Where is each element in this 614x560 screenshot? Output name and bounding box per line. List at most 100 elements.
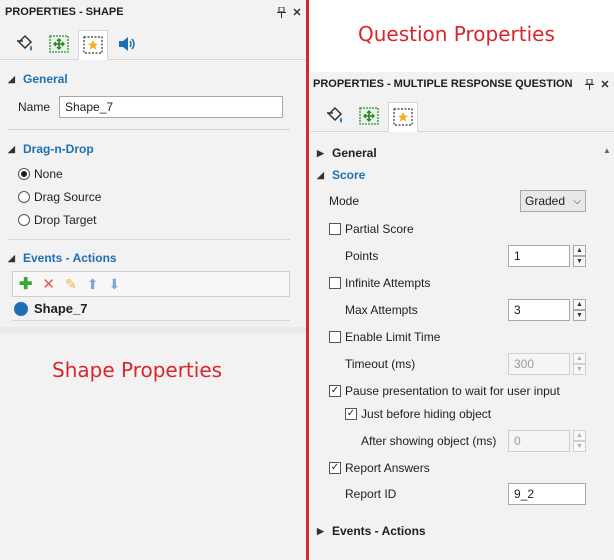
move-icon: [359, 107, 379, 125]
panel-footer: [0, 327, 306, 333]
tab-fill[interactable]: [10, 29, 40, 59]
name-row: Name Shape_7: [8, 95, 306, 119]
close-icon[interactable]: ✕: [290, 5, 304, 19]
max-attempts-field[interactable]: 3: [508, 298, 570, 321]
report-answers-checkbox[interactable]: ✓: [329, 462, 341, 474]
max-attempts-spinner[interactable]: ▲ ▼: [573, 298, 586, 321]
timeout-row: Timeout (ms) 300 ▲ ▼: [329, 350, 586, 377]
before-hiding-checkbox[interactable]: ✓: [345, 408, 357, 420]
q-events-header[interactable]: ▶ Events - Actions: [317, 520, 586, 542]
star-frame-icon: [83, 36, 103, 54]
report-id-value: 9_2: [514, 487, 535, 501]
general-header[interactable]: ◢ General: [8, 68, 306, 90]
report-id-field[interactable]: 9_2: [508, 483, 586, 505]
scroll-up-icon[interactable]: ▲: [600, 146, 614, 155]
events-header-label: Events - Actions: [23, 251, 117, 265]
tab-interactions[interactable]: [388, 102, 418, 132]
before-hiding-row[interactable]: ✓ Just before hiding object: [329, 404, 586, 424]
paint-bucket-icon: [327, 106, 343, 123]
dragdrop-header[interactable]: ◢ Drag-n-Drop: [8, 138, 306, 160]
question-panel-content: ▶ General ◢ Score Mode Graded ⌵ Partial …: [310, 142, 614, 542]
pause-checkbox[interactable]: ✓: [329, 384, 341, 397]
add-icon[interactable]: ✚: [19, 274, 32, 294]
score-header[interactable]: ◢ Score: [317, 164, 586, 186]
spin-up-icon: ▲: [573, 430, 586, 441]
q-general-header[interactable]: ▶ General: [317, 142, 586, 164]
enable-limit-row[interactable]: Enable Limit Time: [329, 323, 586, 350]
spin-down-icon: ▼: [573, 441, 586, 452]
points-spinner[interactable]: ▲ ▼: [573, 244, 586, 267]
events-header[interactable]: ◢ Events - Actions: [8, 247, 306, 269]
points-label: Points: [345, 248, 379, 263]
pause-row[interactable]: ✓ Pause presentation to wait for user in…: [329, 377, 586, 404]
report-answers-label: Report Answers: [345, 461, 430, 475]
timeout-label: Timeout (ms): [345, 356, 416, 371]
move-icon: [49, 35, 69, 53]
question-panel-titlebar: PROPERTIES - MULTIPLE RESPONSE QUESTION …: [310, 72, 614, 96]
tab-position[interactable]: [354, 101, 384, 131]
event-item[interactable]: Shape_7: [12, 297, 290, 321]
chevron-down-icon: ⌵: [573, 195, 581, 207]
edit-icon[interactable]: ✎: [65, 276, 77, 293]
radio-label: Drag Source: [34, 189, 102, 204]
partial-score-row[interactable]: Partial Score: [329, 216, 586, 242]
report-answers-row[interactable]: ✓ Report Answers: [329, 458, 586, 478]
paint-bucket-icon: [17, 34, 33, 51]
points-row: Points 1 ▲ ▼: [329, 242, 586, 269]
name-field-value: Shape_7: [65, 100, 114, 114]
shape-panel-titlebar: PROPERTIES - SHAPE ✕: [0, 0, 306, 24]
spin-down-icon: ▼: [573, 255, 586, 267]
shape-properties-panel: PROPERTIES - SHAPE ✕ ◢ General Name Shap…: [0, 0, 306, 560]
star-frame-icon: [393, 108, 413, 126]
radio-button: [18, 190, 30, 203]
q-general-header-label: General: [332, 146, 377, 160]
tab-audio[interactable]: [112, 29, 142, 59]
question-properties-panel: PROPERTIES - MULTIPLE RESPONSE QUESTION …: [310, 72, 614, 560]
infinite-attempts-row[interactable]: Infinite Attempts: [329, 269, 586, 296]
question-properties-annotation: Question Properties: [358, 22, 555, 46]
tab-interactions[interactable]: [78, 30, 108, 60]
name-label: Name: [18, 100, 51, 114]
after-showing-field: 0: [508, 430, 570, 452]
spin-up-icon: ▲: [573, 298, 586, 310]
spin-up-icon: ▲: [573, 244, 586, 256]
radio-label: None: [34, 166, 63, 181]
close-icon[interactable]: ✕: [598, 77, 612, 91]
mode-select[interactable]: Graded ⌵: [520, 190, 586, 212]
section-divider: [8, 129, 290, 130]
partial-score-checkbox[interactable]: [329, 223, 341, 235]
delete-icon[interactable]: ✕: [42, 275, 55, 293]
enable-limit-checkbox[interactable]: [329, 330, 341, 343]
tab-position[interactable]: [44, 29, 74, 59]
move-up-icon[interactable]: ⬆: [87, 276, 99, 293]
shape-properties-annotation: Shape Properties: [52, 358, 223, 382]
events-section: ◢ Events - Actions ✚ ✕ ✎ ⬆ ⬇ Shape_7: [0, 247, 306, 321]
radio-none[interactable]: None: [18, 162, 306, 185]
timeout-spinner: ▲ ▼: [573, 352, 586, 375]
report-id-label: Report ID: [345, 487, 397, 501]
name-field[interactable]: Shape_7: [59, 96, 283, 118]
pin-icon[interactable]: [274, 5, 288, 19]
collapse-arrow-icon: ◢: [8, 143, 15, 154]
collapse-arrow-icon: ◢: [8, 252, 15, 263]
mode-select-value: Graded: [525, 194, 566, 208]
tab-fill[interactable]: [320, 101, 350, 131]
vertical-scrollbar[interactable]: ▲: [600, 134, 614, 560]
infinite-attempts-label: Infinite Attempts: [345, 275, 431, 290]
after-showing-spinner: ▲ ▼: [573, 430, 586, 452]
after-showing-row: After showing object (ms) 0 ▲ ▼: [329, 424, 586, 458]
points-value: 1: [514, 248, 521, 263]
event-item-label: Shape_7: [34, 301, 88, 316]
pin-icon[interactable]: [582, 77, 596, 91]
points-field[interactable]: 1: [508, 244, 570, 267]
radio-drag-source[interactable]: Drag Source: [18, 185, 306, 208]
move-down-icon[interactable]: ⬇: [108, 276, 120, 293]
question-panel-tabs: [310, 96, 614, 132]
section-divider: [8, 239, 290, 240]
collapse-arrow-icon: ◢: [8, 73, 15, 84]
radio-label: Drop Target: [34, 212, 97, 227]
infinite-attempts-checkbox[interactable]: [329, 276, 341, 289]
shape-panel-tabs: [0, 24, 306, 60]
radio-drop-target[interactable]: Drop Target: [18, 208, 306, 231]
pause-label: Pause presentation to wait for user inpu…: [345, 383, 560, 398]
